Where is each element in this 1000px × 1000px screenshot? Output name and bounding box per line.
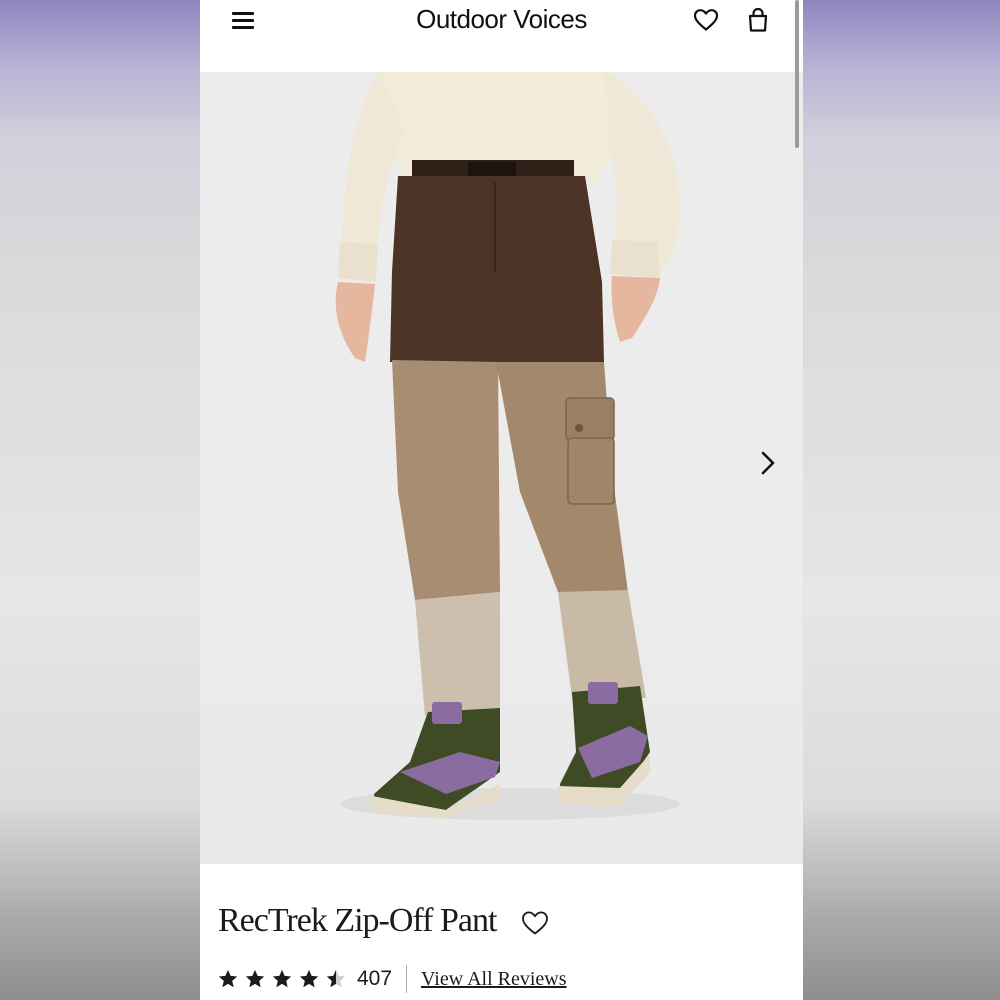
star-rating <box>217 968 347 990</box>
product-title: RecTrek Zip-Off Pant <box>218 902 497 939</box>
star-icon <box>299 969 319 988</box>
divider <box>406 965 408 993</box>
product-page: Outdoor Voices RecTrek Zip-Off Pant 407 … <box>200 0 803 1000</box>
star-icon <box>272 969 292 988</box>
product-image[interactable] <box>200 72 803 864</box>
review-count: 407 <box>357 967 393 990</box>
shopping-bag-icon[interactable] <box>747 7 769 33</box>
rating-row: 407 View All Reviews <box>217 964 567 994</box>
site-header: Outdoor Voices <box>200 0 803 72</box>
scrollbar[interactable] <box>795 0 799 148</box>
view-all-reviews-link[interactable]: View All Reviews <box>421 968 566 991</box>
heart-icon[interactable] <box>521 910 549 936</box>
product-photo <box>335 72 680 820</box>
star-icon <box>218 969 238 988</box>
half-star-icon <box>326 969 346 988</box>
heart-icon[interactable] <box>693 8 719 32</box>
star-icon <box>245 969 265 988</box>
chevron-right-icon[interactable] <box>758 450 778 476</box>
